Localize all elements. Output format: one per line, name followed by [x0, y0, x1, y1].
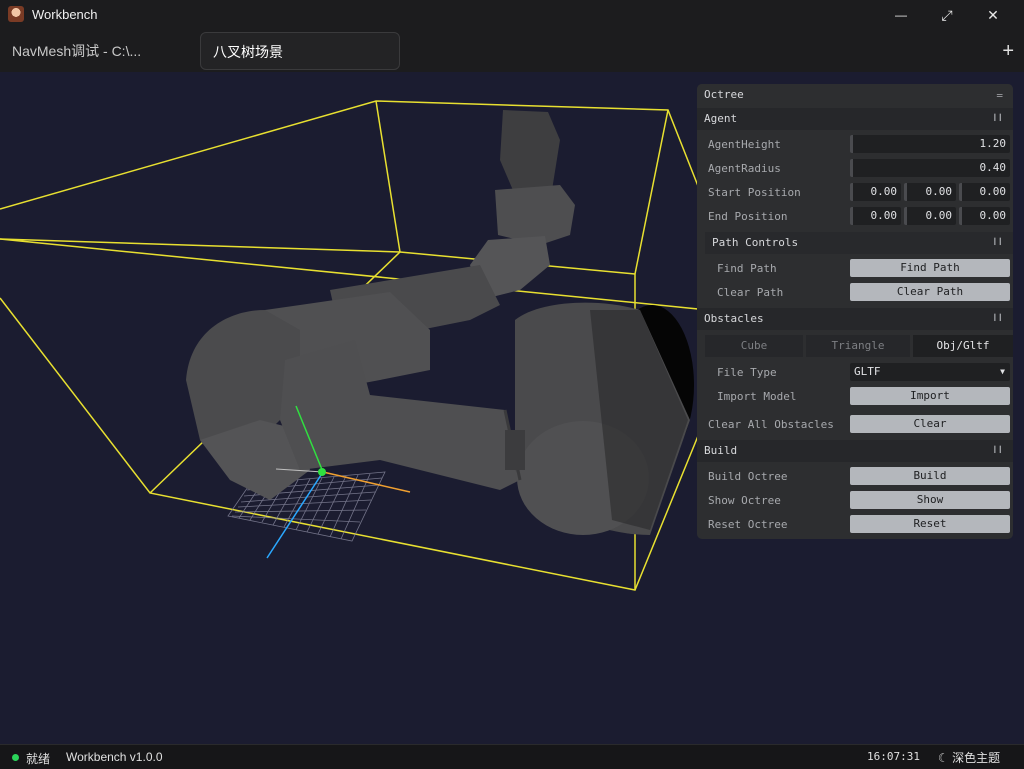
tab-label: NavMesh调试 - C:\...: [12, 43, 142, 59]
dropdown-arrow-icon: ▼: [1000, 367, 1005, 376]
collapse-icon[interactable]: ❙❙: [992, 237, 1003, 247]
panel-header[interactable]: Octree =: [697, 84, 1013, 106]
file-type-select[interactable]: GLTF ▼: [850, 363, 1010, 381]
collapse-icon[interactable]: ❙❙: [992, 313, 1003, 323]
close-icon: ✕: [987, 6, 999, 23]
file-type-value: GLTF: [854, 365, 881, 378]
theme-label: 深色主题: [952, 751, 1001, 765]
menu-icon[interactable]: =: [996, 89, 1003, 102]
end-y-input[interactable]: 0.00: [904, 207, 956, 225]
import-model-label: Import Model: [717, 390, 797, 403]
build-button[interactable]: Build: [850, 467, 1010, 485]
collapse-icon[interactable]: ❙❙: [992, 445, 1003, 455]
section-title: Build: [704, 444, 738, 457]
clear-obstacles-label: Clear All Obstacles: [708, 418, 834, 431]
find-path-label: Find Path: [717, 262, 777, 275]
panel-title: Octree: [704, 88, 744, 101]
end-x-input[interactable]: 0.00: [850, 207, 901, 225]
collapse-icon[interactable]: ❙❙: [992, 113, 1003, 123]
show-octree-label: Show Octree: [708, 494, 781, 507]
tab-label: 八叉树场景: [213, 44, 283, 60]
start-position-label: Start Position: [708, 186, 801, 199]
section-title: Obstacles: [704, 312, 764, 325]
reset-octree-label: Reset Octree: [708, 518, 788, 531]
obstacle-model[interactable]: [186, 110, 694, 535]
clock: 16:07:31: [867, 750, 920, 763]
tab-bar: NavMesh调试 - C:\... 八叉树场景: [0, 30, 1024, 72]
status-text: 就绪: [26, 752, 51, 766]
section-title: Agent: [704, 112, 738, 125]
minimize-button[interactable]: —: [878, 0, 924, 30]
app-title: Workbench: [32, 7, 98, 22]
start-x-input[interactable]: 0.00: [850, 183, 901, 201]
minimize-icon: —: [895, 8, 907, 22]
find-path-button[interactable]: Find Path: [850, 259, 1010, 277]
tab-octree-scene[interactable]: 八叉树场景: [200, 32, 400, 70]
end-position-label: End Position: [708, 210, 788, 223]
title-bar: Workbench — ⤢ ✕: [0, 0, 1024, 30]
import-button[interactable]: Import: [850, 387, 1010, 405]
tab-cube[interactable]: Cube: [705, 335, 803, 357]
tab-navmesh[interactable]: NavMesh调试 - C:\...: [0, 32, 198, 70]
file-type-label: File Type: [717, 366, 777, 379]
moon-icon: ☾: [938, 751, 949, 765]
app-icon: [8, 6, 24, 22]
clear-path-button[interactable]: Clear Path: [850, 283, 1010, 301]
build-section-header[interactable]: Build ❙❙: [697, 440, 1013, 462]
theme-toggle[interactable]: ☾ 深色主题: [938, 749, 1000, 766]
agent-radius-label: AgentRadius: [708, 162, 781, 175]
version-label: Workbench v1.0.0: [66, 750, 163, 764]
agent-height-label: AgentHeight: [708, 138, 781, 151]
close-button[interactable]: ✕: [970, 0, 1016, 30]
agent-height-input[interactable]: 1.20: [850, 135, 1010, 153]
start-z-input[interactable]: 0.00: [959, 183, 1010, 201]
octree-panel: Octree = Agent ❙❙ AgentHeight 1.20 Agent…: [697, 84, 1013, 539]
reset-button[interactable]: Reset: [850, 515, 1010, 533]
obstacles-section-header[interactable]: Obstacles ❙❙: [697, 308, 1013, 330]
tab-obj-gltf[interactable]: Obj/Gltf: [913, 335, 1013, 357]
show-button[interactable]: Show: [850, 491, 1010, 509]
clear-obstacles-button[interactable]: Clear: [850, 415, 1010, 433]
maximize-button[interactable]: ⤢: [924, 0, 970, 30]
build-octree-label: Build Octree: [708, 470, 788, 483]
agent-radius-input[interactable]: 0.40: [850, 159, 1010, 177]
plus-icon: +: [1002, 40, 1014, 62]
clear-path-label: Clear Path: [717, 286, 784, 299]
maximize-icon: ⤢: [941, 6, 953, 23]
end-z-input[interactable]: 0.00: [959, 207, 1010, 225]
start-y-input[interactable]: 0.00: [904, 183, 956, 201]
agent-section-header[interactable]: Agent ❙❙: [697, 108, 1013, 130]
path-controls-header[interactable]: Path Controls ❙❙: [705, 232, 1013, 254]
status-indicator-icon: [12, 754, 19, 761]
status-bar: 就绪 Workbench v1.0.0 16:07:31 ☾ 深色主题: [0, 744, 1024, 769]
add-tab-button[interactable]: +: [1002, 40, 1014, 62]
tab-triangle[interactable]: Triangle: [806, 335, 910, 357]
section-title: Path Controls: [712, 236, 799, 249]
